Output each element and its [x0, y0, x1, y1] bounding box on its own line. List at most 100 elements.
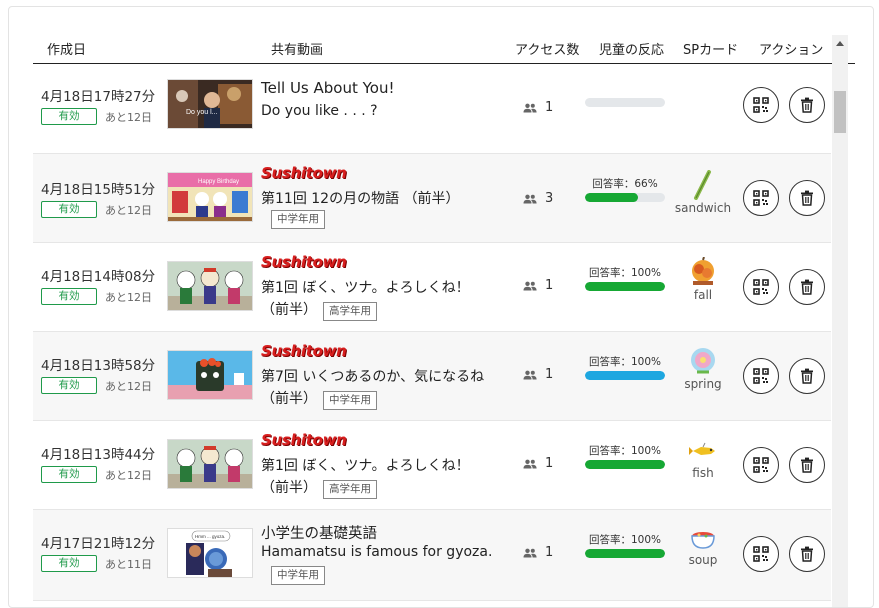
qr-code-icon [753, 279, 769, 295]
header-action: アクション [759, 43, 824, 58]
access-count: 1 [523, 456, 553, 471]
grade-tag: 高学年用 [323, 480, 377, 499]
video-title-cont: （前半） 中学年用 [261, 388, 377, 410]
access-value: 1 [545, 367, 554, 382]
qr-code-button[interactable] [743, 87, 779, 123]
delete-button[interactable] [789, 269, 825, 305]
video-title[interactable]: 第7回 いくつあるのか、気になるね [261, 366, 484, 386]
sp-card-label: sandwich [674, 201, 732, 215]
people-icon [523, 103, 537, 113]
video-subtitle: （前半） [261, 480, 317, 496]
response-rate-bar [585, 98, 665, 107]
response-rate-bar [585, 549, 665, 558]
response-rate-label: 回答率：100% [588, 534, 662, 546]
spring-icon [691, 348, 715, 374]
svg-text:Happy Birthday: Happy Birthday [198, 179, 239, 185]
qr-code-button[interactable] [743, 269, 779, 305]
delete-button[interactable] [789, 536, 825, 572]
video-thumbnail[interactable] [167, 350, 253, 400]
people-icon [523, 459, 537, 469]
status-badge: 有効 [41, 466, 97, 483]
table-row: 4月18日17時27分 有効 あと12日 Do you l... Tell Us… [33, 65, 831, 154]
qr-code-button[interactable] [743, 180, 779, 216]
video-subtitle: （前半） [261, 302, 317, 318]
video-thumbnail[interactable] [167, 261, 253, 311]
video-thumbnail[interactable]: Hmm ... gyoza. [167, 528, 253, 578]
delete-button[interactable] [789, 358, 825, 394]
response-rate-label: 回答率：100% [588, 356, 662, 368]
trash-icon [801, 368, 813, 384]
access-value: 3 [545, 191, 554, 206]
qr-code-button[interactable] [743, 536, 779, 572]
fall-icon [692, 257, 714, 285]
table-row: 4月17日21時12分 有効 あと11日 Hmm ... gyoza. 小学生の… [33, 510, 831, 601]
access-count: 1 [523, 278, 553, 293]
access-value: 1 [545, 278, 554, 293]
response-rate-bar [585, 282, 665, 291]
delete-button[interactable] [789, 447, 825, 483]
status-badge: 有効 [41, 555, 97, 572]
access-count: 1 [523, 100, 553, 115]
sushitown-logo: Sushitown [261, 253, 347, 271]
sp-card-label: fall [693, 288, 713, 302]
table-row: 4月18日13時58分 有効 あと12日 Sushitown 第7回 いくつある… [33, 332, 831, 421]
qr-code-icon [753, 546, 769, 562]
sp-card-label: soup [688, 553, 718, 567]
video-title[interactable]: 第11回 12の月の物語 （前半） [261, 188, 460, 208]
sp-card: sandwich [673, 170, 733, 215]
video-subtitle: （前半） [261, 391, 317, 407]
qr-code-icon [753, 190, 769, 206]
trash-icon [801, 457, 813, 473]
access-count: 1 [523, 545, 553, 560]
table-header: 作成日 共有動画 アクセス数 児童の反応 SPカード アクション [33, 35, 855, 64]
video-thumbnail[interactable] [167, 439, 253, 489]
remaining-days: あと12日 [105, 204, 152, 217]
delete-button[interactable] [789, 87, 825, 123]
access-value: 1 [545, 545, 554, 560]
grade-tag: 中学年用 [323, 391, 377, 410]
response-rate-label: 回答率：66% [592, 178, 658, 190]
scroll-up-arrow-icon[interactable] [836, 41, 844, 46]
remaining-days: あと12日 [105, 380, 152, 393]
status-badge: 有効 [41, 288, 97, 305]
vertical-scrollbar[interactable] [832, 35, 848, 607]
video-title[interactable]: 小学生の基礎英語 [261, 522, 377, 543]
delete-button[interactable] [789, 180, 825, 216]
people-icon [523, 548, 537, 558]
video-thumbnail[interactable]: Do you l... [167, 79, 253, 129]
status-badge: 有効 [41, 201, 97, 218]
header-sp-card: SPカード [683, 43, 739, 58]
response-rate-bar [585, 460, 665, 469]
shared-video-table-card: 作成日 共有動画 アクセス数 児童の反応 SPカード アクション 4月18日17… [8, 6, 874, 608]
trash-icon [801, 190, 813, 206]
video-subtitle: Do you like . . . ? [261, 103, 378, 119]
created-date: 4月18日13時44分 [41, 447, 156, 463]
grade-tag: 中学年用 [271, 566, 325, 585]
qr-code-button[interactable] [743, 447, 779, 483]
video-title[interactable]: 第1回 ぼく、ツナ。よろしくね！ [261, 455, 470, 475]
access-value: 1 [545, 456, 554, 471]
created-date: 4月18日15時51分 [41, 182, 156, 198]
soup-icon [691, 532, 715, 549]
video-thumbnail[interactable]: Happy Birthday [167, 172, 253, 222]
sushitown-logo: Sushitown [261, 431, 347, 449]
video-subtitle: Hamamatsu is famous for gyoza. [261, 544, 493, 560]
status-badge: 有効 [41, 377, 97, 394]
header-reaction: 児童の反応 [599, 43, 665, 58]
svg-text:Do you l...: Do you l... [186, 109, 218, 116]
sp-card-label: fish [692, 466, 714, 480]
response-rate-bar [585, 193, 665, 202]
access-count: 1 [523, 367, 553, 382]
video-title[interactable]: 第1回 ぼく、ツナ。よろしくね！ [261, 277, 470, 297]
people-icon [523, 370, 537, 380]
people-icon [523, 281, 537, 291]
table-row: 4月18日13時44分 有効 あと12日 Sushitown 第1回 ぼく、ツナ… [33, 421, 831, 510]
video-title[interactable]: Tell Us About You! [261, 79, 395, 97]
access-value: 1 [545, 100, 554, 115]
grade-tag: 中学年用 [271, 210, 325, 229]
scrollbar-thumb[interactable] [834, 91, 846, 133]
qr-code-button[interactable] [743, 358, 779, 394]
access-count: 3 [523, 191, 553, 206]
trash-icon [801, 279, 813, 295]
table-row: 4月18日14時08分 有効 あと12日 Sushitown 第1回 ぼく、ツナ… [33, 243, 831, 332]
